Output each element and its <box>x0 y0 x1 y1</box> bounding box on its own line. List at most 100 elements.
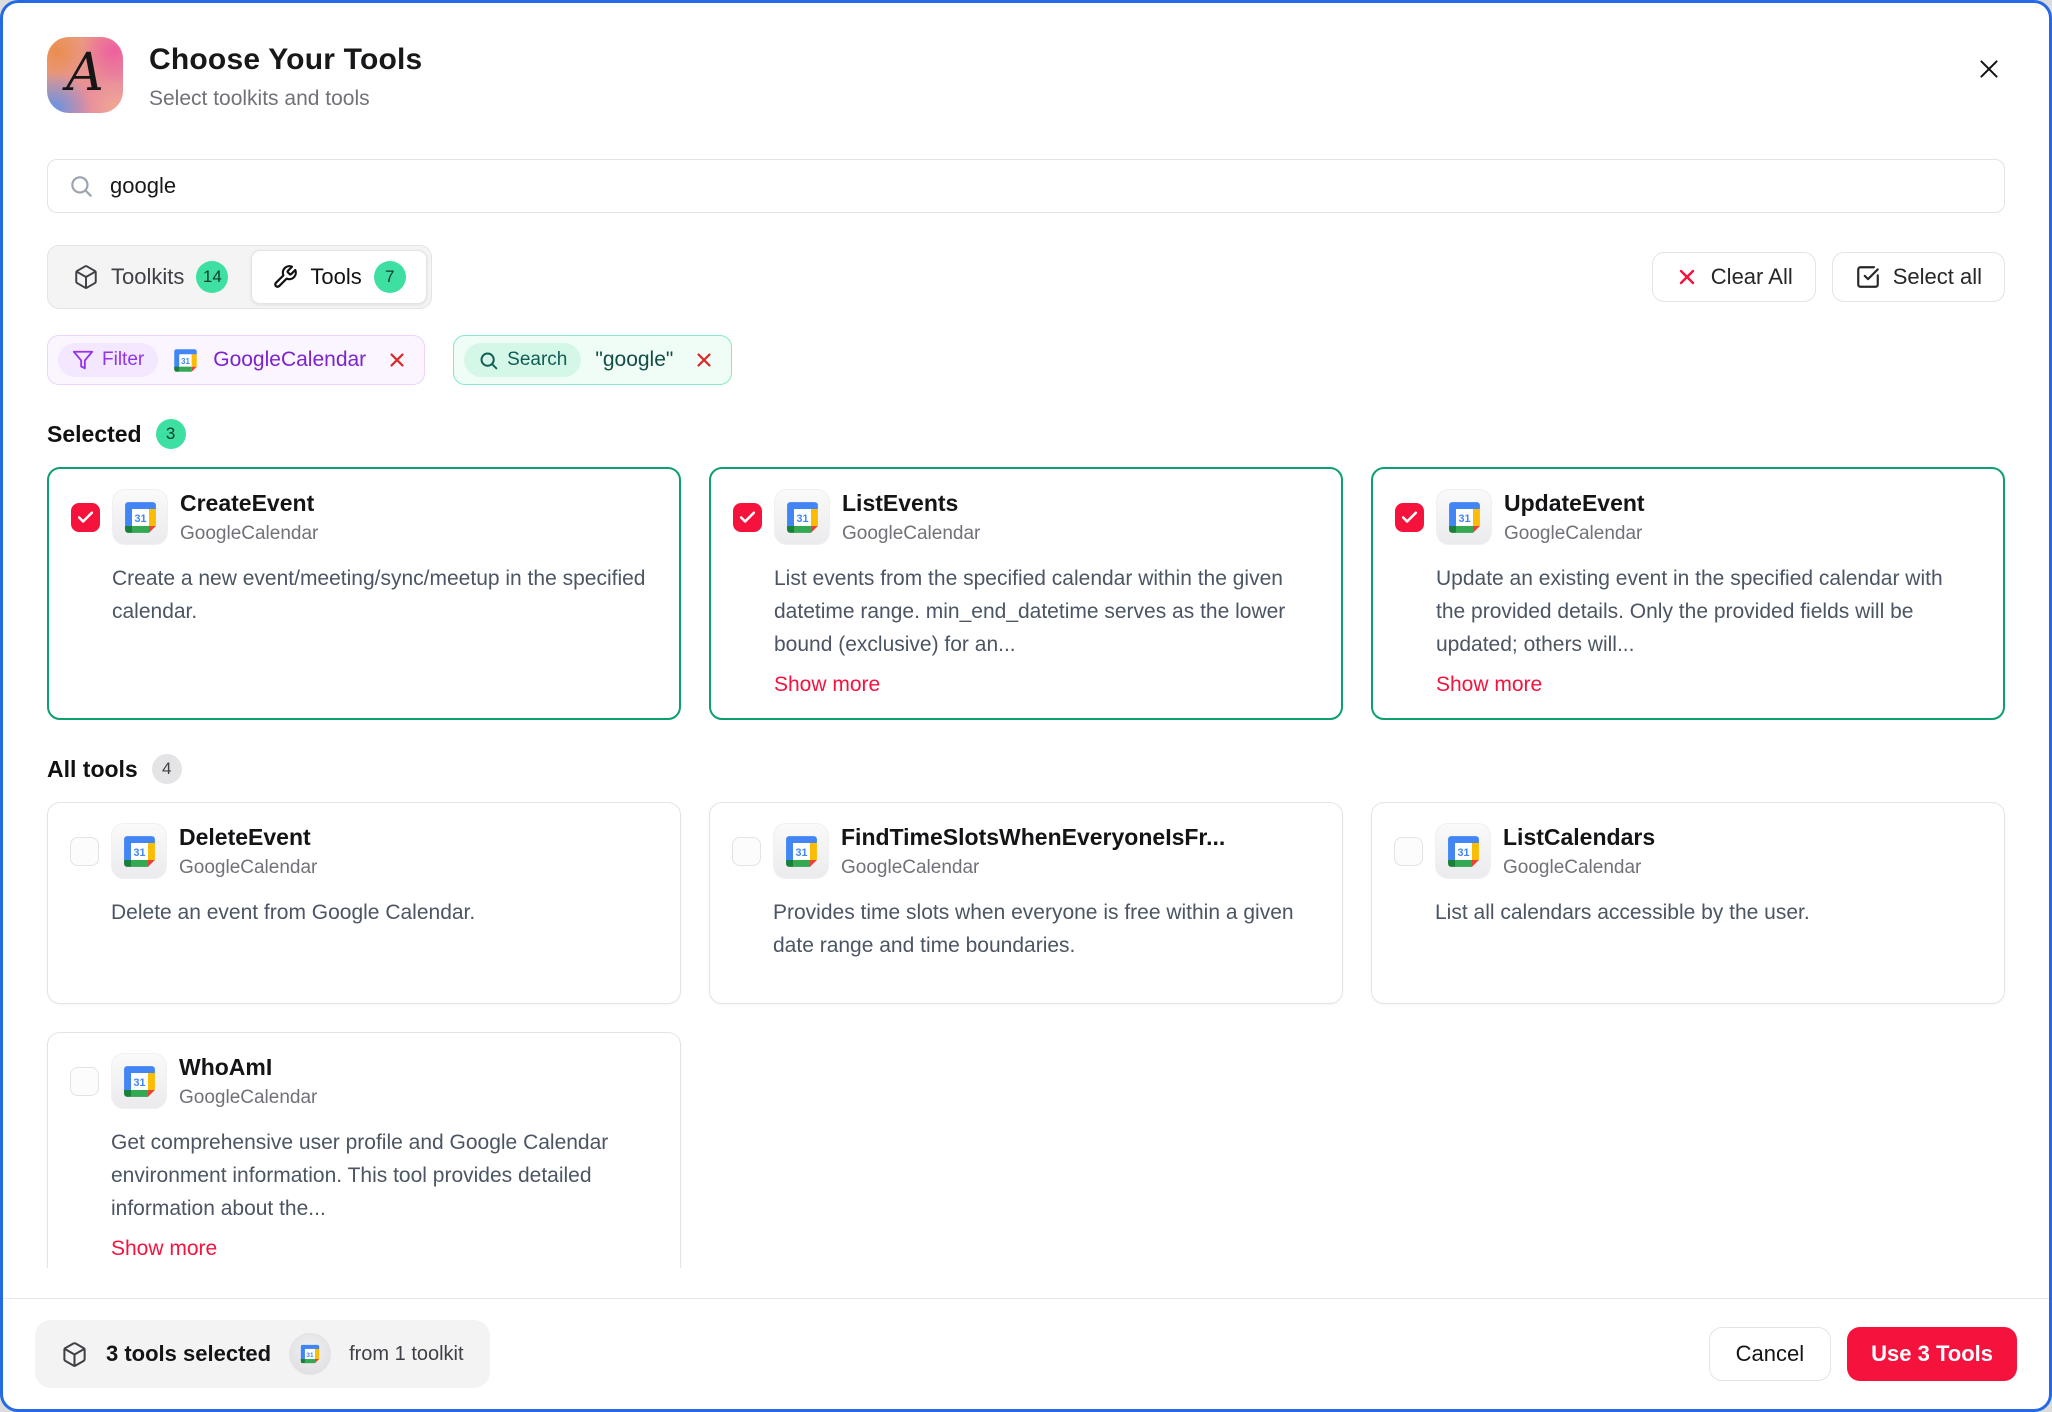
page-title: Choose Your Tools <box>149 43 422 77</box>
tool-name: ListEvents <box>842 490 980 517</box>
google-calendar-icon: 31 <box>1436 489 1492 545</box>
choose-tools-modal: A Choose Your Tools Select toolkits and … <box>0 0 2052 1412</box>
wrench-icon <box>272 264 298 290</box>
tool-card-findtimeslotswheneveryoneisfr-[interactable]: 31 FindTimeSlotsWhenEveryoneIsFr... Goog… <box>709 802 1343 1004</box>
funnel-icon <box>72 349 94 371</box>
tool-card-createevent[interactable]: 31 CreateEvent GoogleCalendar Create a n… <box>47 467 681 720</box>
show-more-link[interactable]: Show more <box>774 673 880 697</box>
google-calendar-icon: 31 <box>111 1053 167 1109</box>
google-calendar-icon: 31 <box>299 1343 321 1365</box>
filter-chip-kind: Filter <box>58 343 158 377</box>
tool-description: List events from the specified calendar … <box>774 563 1319 661</box>
search-chip-value: "google" <box>595 348 673 372</box>
package-icon <box>73 264 99 290</box>
remove-filter-icon[interactable] <box>380 345 414 375</box>
tool-card-deleteevent[interactable]: 31 DeleteEvent GoogleCalendar Delete an … <box>47 802 681 1004</box>
svg-text:31: 31 <box>796 513 808 525</box>
tool-description: Delete an event from Google Calendar. <box>111 897 658 930</box>
tool-checkbox[interactable] <box>1395 503 1424 532</box>
select-all-label: Select all <box>1893 264 1982 290</box>
close-icon[interactable] <box>1969 49 2009 89</box>
tool-toolkit: GoogleCalendar <box>1504 523 1645 545</box>
tool-toolkit: GoogleCalendar <box>1503 857 1655 879</box>
svg-text:31: 31 <box>1457 847 1469 859</box>
modal-footer: 3 tools selected 31 from 1 toolkit Cance… <box>3 1298 2049 1409</box>
google-calendar-icon: 31 <box>774 489 830 545</box>
page-subtitle: Select toolkits and tools <box>149 87 422 111</box>
tool-description: Create a new event/meeting/sync/meetup i… <box>112 563 657 629</box>
filter-chip: Filter 31 GoogleCalendar <box>47 335 425 385</box>
tool-description: Update an existing event in the specifie… <box>1436 563 1981 661</box>
selected-section-label: Selected <box>47 421 142 448</box>
remove-search-icon[interactable] <box>687 345 721 375</box>
tool-card-updateevent[interactable]: 31 UpdateEvent GoogleCalendar Update an … <box>1371 467 2005 720</box>
from-toolkit-label: from 1 toolkit <box>349 1343 463 1366</box>
tool-card-listevents[interactable]: 31 ListEvents GoogleCalendar List events… <box>709 467 1343 720</box>
tool-checkbox[interactable] <box>71 503 100 532</box>
tool-description: Provides time slots when everyone is fre… <box>773 897 1320 963</box>
toolkit-avatar: 31 <box>289 1333 331 1375</box>
selected-tools-grid: 31 CreateEvent GoogleCalendar Create a n… <box>47 467 2005 720</box>
svg-text:31: 31 <box>133 847 145 859</box>
search-chip-kind: Search <box>464 343 581 377</box>
google-calendar-icon: 31 <box>112 489 168 545</box>
selection-summary: 3 tools selected 31 from 1 toolkit <box>35 1320 490 1388</box>
clear-all-button[interactable]: Clear All <box>1652 252 1816 302</box>
tool-checkbox[interactable] <box>70 1067 99 1096</box>
tab-label: Tools <box>310 264 361 290</box>
show-more-link[interactable]: Show more <box>1436 673 1542 697</box>
search-box <box>47 159 2005 213</box>
tool-name: FindTimeSlotsWhenEveryoneIsFr... <box>841 824 1225 851</box>
search-input[interactable] <box>110 173 1984 199</box>
tool-description: Get comprehensive user profile and Googl… <box>111 1127 658 1225</box>
svg-text:31: 31 <box>1458 513 1470 525</box>
google-calendar-icon: 31 <box>172 347 199 374</box>
all-tools-section-label: All tools <box>47 756 138 783</box>
check-square-icon <box>1855 264 1881 290</box>
search-icon <box>68 173 94 199</box>
tool-card-listcalendars[interactable]: 31 ListCalendars GoogleCalendar List all… <box>1371 802 2005 1004</box>
select-all-button[interactable]: Select all <box>1832 252 2005 302</box>
tool-toolkit: GoogleCalendar <box>179 857 317 879</box>
tools-selected-count: 3 tools selected <box>106 1341 271 1367</box>
cancel-button[interactable]: Cancel <box>1709 1327 1831 1381</box>
search-chip: Search "google" <box>453 335 732 385</box>
modal-header: A Choose Your Tools Select toolkits and … <box>3 3 2049 113</box>
tab-tools[interactable]: Tools 7 <box>251 250 426 304</box>
google-calendar-icon: 31 <box>1435 823 1491 879</box>
tool-checkbox[interactable] <box>733 503 762 532</box>
tool-name: ListCalendars <box>1503 824 1655 851</box>
tab-label: Toolkits <box>111 264 184 290</box>
app-logo-icon: A <box>47 37 123 113</box>
google-calendar-icon: 31 <box>773 823 829 879</box>
tool-toolkit: GoogleCalendar <box>842 523 980 545</box>
clear-all-label: Clear All <box>1711 264 1793 290</box>
tool-name: CreateEvent <box>180 490 318 517</box>
tool-toolkit: GoogleCalendar <box>179 1087 317 1109</box>
tool-name: UpdateEvent <box>1504 490 1645 517</box>
tool-name: DeleteEvent <box>179 824 317 851</box>
svg-text:31: 31 <box>307 1352 315 1359</box>
use-tools-button[interactable]: Use 3 Tools <box>1847 1327 2017 1381</box>
clear-all-x-icon <box>1675 265 1699 289</box>
app-logo-letter: A <box>66 47 104 99</box>
tool-checkbox[interactable] <box>70 837 99 866</box>
svg-text:31: 31 <box>181 356 190 365</box>
tool-checkbox[interactable] <box>732 837 761 866</box>
selected-count-badge: 3 <box>156 419 186 449</box>
tool-name: WhoAmI <box>179 1054 317 1081</box>
svg-text:31: 31 <box>134 513 146 525</box>
tool-description: List all calendars accessible by the use… <box>1435 897 1982 930</box>
package-icon <box>61 1341 88 1368</box>
tab-count-badge: 7 <box>374 261 406 293</box>
tool-toolkit: GoogleCalendar <box>841 857 1225 879</box>
tab-toolkits[interactable]: Toolkits 14 <box>52 250 249 304</box>
search-small-icon <box>478 350 499 371</box>
show-more-link[interactable]: Show more <box>111 1237 217 1261</box>
tool-checkbox[interactable] <box>1394 837 1423 866</box>
tool-card-whoami[interactable]: 31 WhoAmI GoogleCalendar Get comprehensi… <box>47 1032 681 1268</box>
view-segmented-control: Toolkits 14 Tools 7 <box>47 245 432 309</box>
google-calendar-icon: 31 <box>111 823 167 879</box>
tool-toolkit: GoogleCalendar <box>180 523 318 545</box>
filter-chip-value: GoogleCalendar <box>213 348 366 372</box>
